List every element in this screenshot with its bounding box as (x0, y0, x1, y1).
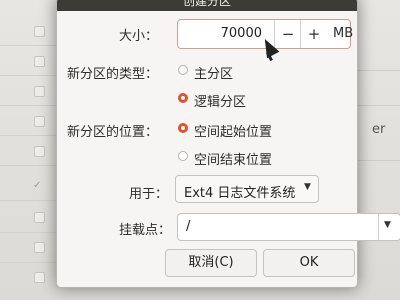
list-divider (355, 160, 400, 161)
list-checkbox[interactable] (34, 146, 45, 157)
ok-button[interactable]: OK (263, 249, 355, 277)
list-divider (0, 165, 58, 166)
dropdown-arrow-icon[interactable]: ▼ (384, 220, 391, 230)
background-text: er (372, 122, 386, 137)
list-divider (0, 45, 58, 46)
list-checkbox[interactable] (34, 116, 45, 127)
use-as-label: 用于： (129, 187, 169, 202)
filesystem-value: Ext4 日志文件系统 (184, 186, 296, 201)
size-unit-label: MB (333, 26, 354, 41)
radio-label: 空间起始位置 (194, 125, 273, 140)
list-divider (0, 200, 58, 201)
size-input[interactable]: 70000 (190, 26, 262, 41)
list-checkbox[interactable] (34, 272, 45, 283)
cancel-button[interactable]: 取消(C) (165, 249, 257, 277)
list-divider (0, 135, 58, 136)
partition-type-label: 新分区的类型： (67, 67, 159, 82)
radio-button-icon[interactable] (178, 123, 188, 133)
increase-size-button[interactable]: + (300, 20, 327, 48)
list-checkbox[interactable] (34, 86, 45, 97)
dialog-title: 创建分区 (57, 0, 357, 11)
list-divider (0, 105, 58, 106)
list-checkbox[interactable] (34, 242, 45, 253)
radio-label: 主分区 (194, 67, 234, 82)
radio-label: 空间结束位置 (194, 153, 273, 168)
mount-point-combo[interactable]: / ▼ (177, 213, 400, 241)
check-icon: ✓ (33, 180, 42, 191)
radio-button-icon[interactable] (178, 65, 188, 75)
size-label: 大小： (119, 29, 159, 44)
decrease-size-button[interactable]: − (274, 20, 301, 48)
list-divider (0, 75, 58, 76)
list-checkbox[interactable] (34, 56, 45, 67)
list-divider (355, 105, 400, 106)
filesystem-select[interactable]: Ext4 日志文件系统 ▼ (175, 175, 319, 203)
list-checkbox[interactable] (34, 26, 45, 37)
partition-location-label: 新分区的位置： (67, 125, 159, 140)
dropdown-arrow-icon: ▼ (304, 182, 311, 192)
list-divider (355, 70, 400, 71)
radio-label: 逻辑分区 (194, 95, 247, 110)
list-divider (0, 262, 58, 263)
mount-point-input[interactable]: / (186, 219, 190, 234)
mount-point-label: 挂载点： (119, 223, 172, 238)
list-checkbox[interactable] (34, 212, 45, 223)
radio-button-icon[interactable] (178, 151, 188, 161)
combo-divider (378, 214, 379, 240)
list-divider (0, 232, 58, 233)
radio-button-icon[interactable] (178, 93, 188, 103)
create-partition-dialog: 创建分区 大小： 70000 − + MB 新分区的类型： 主分区 逻辑分区 新… (56, 0, 400, 288)
